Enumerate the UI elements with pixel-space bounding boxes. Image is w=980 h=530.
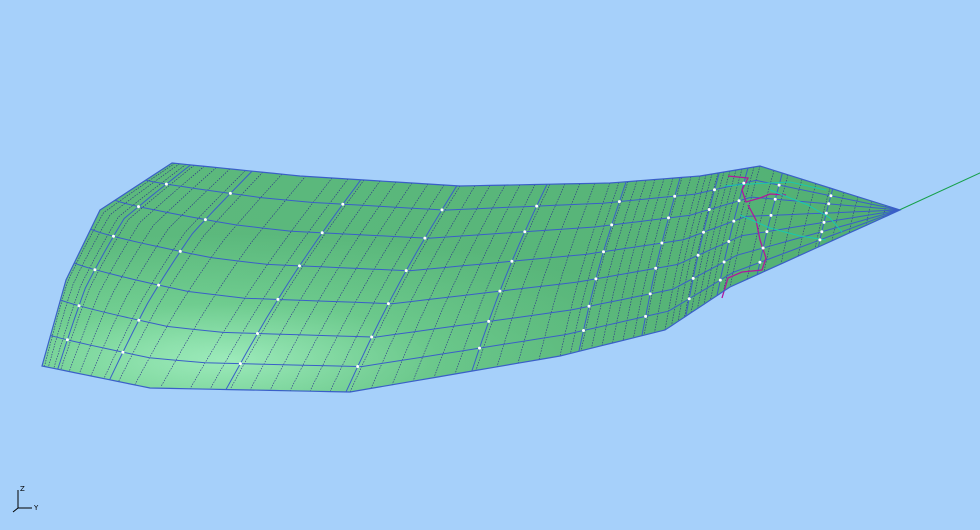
mesh-node (732, 219, 736, 223)
mesh-node (320, 231, 324, 235)
mesh-node (65, 338, 69, 342)
mesh-node (737, 199, 741, 203)
mesh-node (276, 297, 280, 301)
mesh-node (498, 289, 502, 293)
mesh-node (765, 230, 769, 234)
mesh-node (523, 230, 527, 234)
mesh-node (77, 304, 81, 308)
mesh-node (727, 240, 731, 243)
mesh-node (722, 260, 726, 264)
mesh-node (827, 202, 831, 206)
axis-line (894, 172, 980, 213)
mesh-node (137, 205, 140, 209)
mesh-node (298, 264, 301, 268)
mesh-node (238, 362, 242, 366)
mesh-node (707, 208, 711, 211)
mesh-node (691, 276, 695, 280)
mesh-node (617, 200, 621, 204)
mesh-node (370, 335, 374, 339)
mesh-node (758, 260, 762, 264)
coordinate-triad-icon: Z Y (12, 485, 39, 513)
mesh-node (386, 302, 390, 306)
mesh-node (822, 220, 826, 224)
mesh-node (404, 269, 408, 273)
mesh-node (582, 329, 585, 332)
mesh-node (742, 181, 746, 185)
mesh-node (487, 319, 491, 323)
mesh-node (687, 297, 691, 301)
mesh-node (702, 230, 705, 234)
graphics-viewport[interactable]: Z Y (0, 0, 980, 530)
mesh-node (718, 278, 722, 282)
mesh-node (341, 202, 345, 206)
surface-shade (42, 163, 900, 392)
mesh-node (164, 182, 168, 186)
mesh-node (644, 314, 648, 318)
mesh-node (423, 236, 427, 240)
mesh-node (818, 238, 822, 242)
mesh-node (824, 211, 828, 215)
mesh-node (510, 259, 514, 263)
mesh-node (594, 277, 598, 281)
mesh-node (356, 365, 360, 368)
mesh-node (673, 194, 677, 198)
mesh-node (587, 304, 591, 308)
mesh-node (769, 213, 773, 217)
mesh-node (829, 194, 833, 198)
mesh-node (667, 216, 670, 220)
mesh-node (228, 191, 232, 195)
triad-y-label: Y (33, 504, 39, 512)
mesh-node (93, 268, 97, 272)
mesh-node (256, 332, 259, 335)
mesh-node (761, 246, 765, 250)
mesh-node (696, 253, 700, 257)
triad-z-label: Z (20, 485, 25, 493)
mesh-node (121, 350, 125, 354)
mesh-node (112, 234, 115, 238)
mesh-node (137, 318, 141, 322)
mesh-node (820, 230, 824, 234)
mesh-node (440, 208, 444, 212)
mesh-node (654, 266, 658, 270)
surface[interactable] (42, 163, 900, 392)
mesh-node (660, 241, 664, 245)
mesh-node (157, 283, 161, 287)
mesh-node (777, 183, 781, 187)
mesh-node (602, 250, 605, 254)
mesh-node (203, 218, 207, 222)
mesh-node (773, 197, 777, 201)
mesh-node (535, 204, 539, 208)
mesh-node (478, 346, 481, 350)
mesh-node (178, 249, 182, 253)
mesh-node (713, 188, 716, 192)
mesh-node (610, 223, 614, 227)
model-scene[interactable] (0, 0, 980, 530)
mesh-node (648, 292, 652, 296)
